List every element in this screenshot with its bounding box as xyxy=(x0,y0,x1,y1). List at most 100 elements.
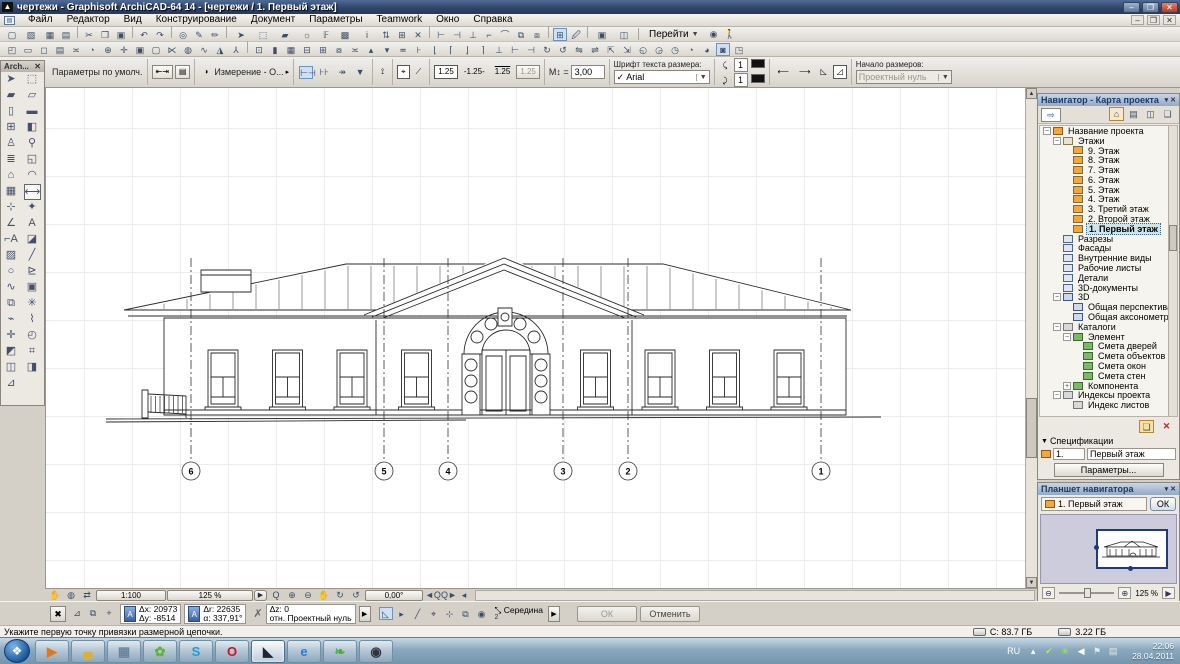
mv-1-icon[interactable]: ⇱ xyxy=(604,44,618,57)
elev-4-icon[interactable]: ▤ xyxy=(53,44,67,57)
spline-icon[interactable]: ∿ xyxy=(3,280,20,296)
level-dim-icon[interactable]: ⊹ xyxy=(3,200,20,216)
taskbar-notes-button[interactable]: ❧ xyxy=(323,639,357,663)
stretch-icon[interactable]: ⅄ xyxy=(229,44,243,57)
dimension-type-icon[interactable]: ⇤⇥ xyxy=(151,65,173,79)
story-number-field[interactable]: 1. xyxy=(1053,448,1085,460)
zone-icon[interactable]: ◪ xyxy=(24,232,41,248)
cancel-button[interactable]: Отменить xyxy=(639,605,700,622)
detail-icon[interactable]: ◨ xyxy=(24,360,41,376)
snap-more-icon[interactable]: ▸ xyxy=(395,608,409,621)
dim-value-1[interactable]: 1.25 xyxy=(434,65,458,79)
snap-cursor-icon[interactable]: ⌖ xyxy=(427,608,441,621)
grid-snap-icon[interactable]: ⧉ xyxy=(86,607,100,620)
tree-expander-icon[interactable]: − xyxy=(1053,391,1061,400)
tree-item[interactable]: 4. Этаж xyxy=(1040,194,1177,204)
fit-icon[interactable]: ⇄ xyxy=(80,589,94,602)
story-name-field[interactable]: Первый этаж xyxy=(1087,448,1176,460)
zoom-expand-icon[interactable]: ▶ xyxy=(254,589,267,601)
wand-2-icon[interactable]: ▮ xyxy=(268,44,282,57)
preview-zoom-slider[interactable] xyxy=(1059,588,1115,598)
tree-item[interactable]: 1. Первый этаж xyxy=(1040,222,1177,235)
preview-next-icon[interactable]: ▶ xyxy=(1162,587,1175,599)
scroll-down-icon[interactable]: ▼ xyxy=(1026,577,1037,588)
snap-group-icon[interactable]: ⧉ xyxy=(459,608,473,621)
new-item-icon[interactable]: ❏ xyxy=(1139,420,1154,433)
go-to-button[interactable]: Перейти ▼ xyxy=(644,28,704,41)
marker-icon[interactable]: ✛ xyxy=(3,328,20,344)
leader-icon-1[interactable]: ⤹ xyxy=(719,59,732,72)
tracking-icon[interactable]: ⊿ xyxy=(70,607,84,620)
last-icon[interactable]: ◳ xyxy=(732,44,746,57)
al-6-icon[interactable]: ⌊ xyxy=(428,44,442,57)
mdi-minimize-button[interactable]: – xyxy=(1131,15,1144,25)
al-8-icon[interactable]: ⌋ xyxy=(460,44,474,57)
more-icon[interactable]: ▶ xyxy=(547,605,560,622)
arc-3-icon[interactable]: ✛ xyxy=(117,44,131,57)
icq-tray-icon[interactable]: ❀ xyxy=(1058,645,1072,658)
tree-item[interactable]: Разрезы xyxy=(1040,234,1177,244)
rot-2-icon[interactable]: ↺ xyxy=(556,44,570,57)
tree-scrollbar[interactable] xyxy=(1168,126,1177,416)
taskbar-explorer-button[interactable]: ▄ xyxy=(71,639,105,663)
close-button[interactable]: ✕ xyxy=(1161,1,1178,13)
tree-expander-icon[interactable]: + xyxy=(1063,381,1071,390)
witness-shape-selected-icon[interactable]: ◿ xyxy=(832,65,847,79)
elev-1-icon[interactable]: ◰ xyxy=(5,44,19,57)
al-11-icon[interactable]: ⊢ xyxy=(508,44,522,57)
menu-document[interactable]: Документ xyxy=(244,14,302,26)
label-icon[interactable]: ⌐A xyxy=(3,232,20,248)
layout-icon[interactable]: ⊞ xyxy=(553,28,567,41)
witness-line-icon[interactable]: ⟟ xyxy=(377,65,388,79)
beam-icon[interactable]: ▬ xyxy=(24,104,41,120)
roof-icon[interactable]: ⌂ xyxy=(3,168,20,184)
delete-item-icon[interactable]: ✕ xyxy=(1159,420,1174,433)
mdi-restore-button[interactable]: ❐ xyxy=(1147,15,1160,25)
circle-icon[interactable]: ○ xyxy=(3,264,20,280)
taskbar-archicad-button[interactable]: ◣ xyxy=(251,639,285,663)
scroll-thumb[interactable] xyxy=(1026,398,1037,458)
sel-3d-icon[interactable]: ◙ xyxy=(716,43,730,56)
mir-2-icon[interactable]: ⇌ xyxy=(588,44,602,57)
elev-dim-icon[interactable]: ✦ xyxy=(24,200,41,216)
tick-style-icon[interactable]: ⟋ xyxy=(412,65,426,79)
ok-button-disabled[interactable]: ОК xyxy=(576,605,637,622)
tree-item[interactable]: 9. Этаж xyxy=(1040,146,1177,156)
column-icon[interactable]: ▯ xyxy=(3,104,20,120)
al-2-icon[interactable]: ▴ xyxy=(364,44,378,57)
fillet-icon[interactable]: ◮ xyxy=(213,44,227,57)
shell-icon[interactable]: ◠ xyxy=(24,168,41,184)
network-icon[interactable]: ▤ xyxy=(1106,645,1120,658)
tree-item[interactable]: Смета объектов xyxy=(1040,351,1177,361)
polyline-icon[interactable]: ⊵ xyxy=(24,264,41,280)
start-button[interactable]: ❖ xyxy=(4,639,30,663)
mag-3-icon[interactable]: ◷ xyxy=(668,44,682,57)
canvas-horizontal-scrollbar[interactable] xyxy=(475,589,1035,601)
snap-magnet-icon[interactable]: ◉ xyxy=(475,608,489,621)
taskbar-photo-viewer-button[interactable]: ◉ xyxy=(359,639,393,663)
elevation-icon[interactable]: ◩ xyxy=(3,344,20,360)
tree-item[interactable]: 3D-документы xyxy=(1040,283,1177,293)
leader-icon-2[interactable]: ⤸ xyxy=(719,74,732,87)
wall-icon[interactable]: ▰ xyxy=(3,88,20,104)
project-map-icon[interactable]: ⌂ xyxy=(1109,107,1124,121)
taskbar-media-player-button[interactable]: ▶ xyxy=(35,639,69,663)
layer-icon[interactable]: ▤ xyxy=(174,65,191,79)
drawing-icon[interactable]: ⧉ xyxy=(3,296,20,312)
tree-item[interactable]: 5. Этаж xyxy=(1040,185,1177,195)
taskbar-clock[interactable]: 22:06 28.04.2011 xyxy=(1126,641,1174,661)
arrow-right-icon[interactable]: ⟶ xyxy=(795,65,814,79)
wand-4-icon[interactable]: ⊟ xyxy=(300,44,314,57)
menu-view[interactable]: Вид xyxy=(117,14,149,26)
zoom-extent-icon[interactable]: Q xyxy=(269,589,283,602)
zoom-in-icon[interactable]: ⊕ xyxy=(285,589,299,602)
menu-teamwork[interactable]: Teamwork xyxy=(370,14,430,26)
preview-page[interactable] xyxy=(1094,529,1168,571)
tree-item[interactable]: Индекс листов xyxy=(1040,400,1177,410)
al-1-icon[interactable]: ≍ xyxy=(348,44,362,57)
mir-1-icon[interactable]: ⇋ xyxy=(572,44,586,57)
next-zoom-icon[interactable]: Q► xyxy=(441,589,457,602)
tree-expander-icon[interactable]: − xyxy=(1063,332,1071,341)
al-12-icon[interactable]: ⊣ xyxy=(524,44,538,57)
snap-guide-icon[interactable]: ◺ xyxy=(378,606,393,620)
